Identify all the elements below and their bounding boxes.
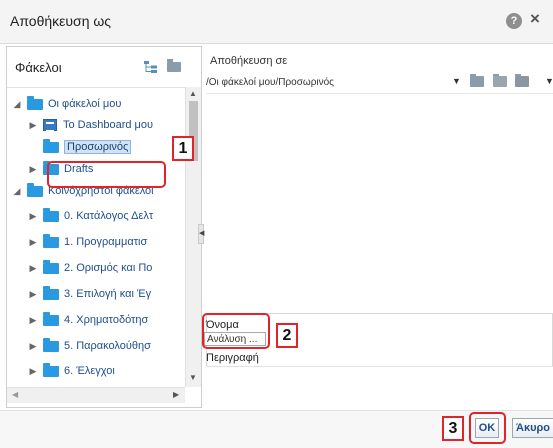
folder-icon [43, 259, 59, 274]
folder-icon [43, 311, 59, 326]
folder-contents-list[interactable] [206, 93, 553, 311]
dialog-title: Αποθήκευση ως [10, 13, 112, 29]
expand-arrow-icon[interactable]: ▶ [27, 263, 39, 274]
expand-arrow-icon[interactable]: ▶ [27, 120, 39, 131]
callout-number-1: 1 [172, 136, 194, 161]
tree-item-label: To Dashboard μου [63, 119, 154, 131]
folder-icon [43, 138, 59, 153]
collapse-arrow-icon[interactable]: ◢ [11, 99, 23, 110]
folder-icon [43, 285, 59, 300]
description-label: Περιγραφή [206, 352, 259, 364]
tree-item-label: 5. Παρακολούθησ [64, 340, 151, 352]
tree-item-label: 4. Χρηματοδότησ [64, 314, 149, 326]
tree-item-label: 0. Κατάλογος Δελτ [64, 210, 154, 222]
close-icon[interactable]: × [530, 9, 540, 29]
tree-item-label: 1. Προγραμματισ [64, 236, 148, 248]
tree-item-shared-6[interactable]: ▶ 6. Έλεγχοι [27, 361, 115, 381]
expand-arrow-icon[interactable]: ▶ [27, 315, 39, 326]
collapse-arrow-icon[interactable]: ◢ [11, 186, 23, 197]
expand-arrow-icon[interactable]: ▶ [27, 341, 39, 352]
save-in-label: Αποθήκευση σε [210, 55, 288, 67]
folder-icon [43, 362, 59, 377]
expand-arrow-icon[interactable]: ▶ [27, 289, 39, 300]
dashboard-icon [43, 119, 57, 132]
description-textarea[interactable] [206, 366, 553, 403]
tree-item-shared-4[interactable]: ▶ 4. Χρηματοδότησ [27, 310, 148, 330]
expand-arrow-icon[interactable]: ▶ [27, 211, 39, 222]
tree-item-shared-5[interactable]: ▶ 5. Παρακολούθησ [27, 336, 151, 356]
scroll-right-icon[interactable]: ▶ [173, 390, 179, 399]
dialog-titlebar: Αποθήκευση ως ? × [0, 0, 553, 44]
tree-item-label: 3. Επιλογή και Έγ [64, 288, 152, 300]
tree-item-label-selected: Προσωρινός [64, 140, 132, 154]
folder-icon [27, 182, 43, 197]
callout-highlight-temporary-folder [47, 161, 166, 188]
panel-splitter-handle[interactable]: ◀ [198, 224, 204, 244]
new-folder-icon[interactable] [167, 59, 181, 72]
tree-horizontal-scrollbar[interactable]: ◀ ▶ [7, 387, 185, 403]
tree-item-shared-0[interactable]: ▶ 0. Κατάλογος Δελτ [27, 206, 153, 226]
tree-item-dashboard[interactable]: ▶ To Dashboard μου [27, 115, 153, 135]
folder-icon [43, 207, 59, 222]
expand-arrow-icon[interactable]: ▶ [27, 366, 39, 377]
expand-arrow-icon[interactable]: ▶ [27, 164, 39, 175]
save-in-path-select[interactable]: /Οι φάκελοί μου/Προσωρινός [206, 74, 454, 91]
scroll-left-icon[interactable]: ◀ [12, 390, 18, 399]
folder-icon [43, 337, 59, 352]
scroll-down-icon[interactable]: ▼ [189, 373, 197, 382]
scroll-up-icon[interactable]: ▲ [189, 89, 197, 98]
tree-item-label: 6. Έλεγχοι [64, 365, 115, 377]
tree-view-icon[interactable] [144, 61, 158, 73]
new-folder-icon[interactable] [493, 74, 507, 87]
folder-icon [27, 95, 43, 110]
tree-item-my-folders[interactable]: ◢ Οι φάκελοί μου [11, 94, 121, 114]
cancel-button[interactable]: Άκυρο [512, 418, 553, 438]
tree-item-shared-1[interactable]: ▶ 1. Προγραμματισ [27, 232, 147, 252]
callout-highlight-ok-button [469, 412, 506, 444]
folder-tree: ◢ Οι φάκελοί μου ▶ To Dashboard μου Προσ… [7, 87, 185, 387]
callout-number-2: 2 [276, 323, 298, 348]
list-view-icon[interactable] [515, 74, 529, 87]
expand-arrow-icon[interactable]: ▶ [27, 237, 39, 248]
tree-item-shared-2[interactable]: ▶ 2. Ορισμός και Πο [27, 258, 152, 278]
folders-title: Φάκελοι [15, 60, 62, 75]
view-options-chevron-icon[interactable]: ▼ [545, 76, 553, 86]
tree-item-label: 2. Ορισμός και Πο [64, 262, 153, 274]
folder-icon [43, 233, 59, 248]
callout-highlight-name-field [202, 313, 270, 349]
tree-item-shared-3[interactable]: ▶ 3. Επιλογή και Έγ [27, 284, 151, 304]
callout-number-3: 3 [442, 416, 464, 441]
folders-panel: Φάκελοι ◢ Οι φάκελοί μου ▶ To Dashboard … [6, 46, 202, 408]
tree-item-label: Οι φάκελοί μου [48, 98, 122, 110]
folder-up-icon[interactable] [470, 74, 484, 87]
tree-item-temporary[interactable]: Προσωρινός [39, 137, 132, 157]
help-icon[interactable]: ? [506, 13, 522, 29]
chevron-down-icon[interactable]: ▼ [452, 76, 461, 86]
